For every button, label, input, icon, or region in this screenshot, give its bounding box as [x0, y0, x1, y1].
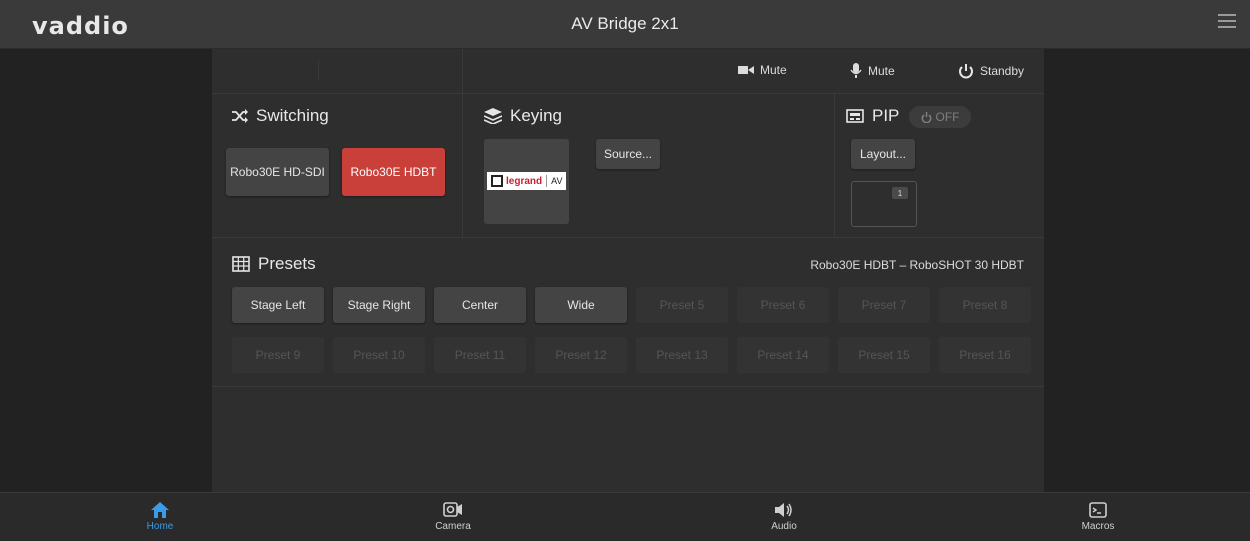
page-title: AV Bridge 2x1	[571, 14, 679, 33]
audio-mute-label: Mute	[868, 64, 895, 78]
left-margin	[0, 49, 212, 492]
switching-title: Switching	[232, 106, 329, 126]
pip-icon	[846, 108, 864, 123]
switching-label: Switching	[256, 106, 329, 125]
nav-macros[interactable]: Macros	[1058, 499, 1138, 532]
pip-toggle[interactable]: OFF	[909, 106, 971, 128]
preset-button[interactable]: Preset 9	[232, 337, 324, 373]
bottom-nav: Home Camera Audio Macros	[0, 492, 1250, 541]
preset-button[interactable]: Stage Right	[333, 287, 425, 323]
pip-layout-button[interactable]: Layout...	[851, 139, 915, 169]
preset-button[interactable]: Stage Left	[232, 287, 324, 323]
presets-title: Presets	[232, 254, 316, 274]
pip-layout-preview[interactable]: 1	[851, 181, 917, 227]
preset-camera-info: Robo30E HDBT – RoboSHOT 30 HDBT	[810, 258, 1024, 272]
presets-label: Presets	[258, 254, 316, 273]
keying-label: Keying	[510, 106, 562, 125]
nav-camera-label: Camera	[435, 521, 471, 532]
shuffle-icon	[232, 109, 248, 123]
terminal-icon	[1089, 502, 1107, 518]
power-icon	[921, 111, 931, 123]
layers-icon	[484, 108, 502, 124]
home-icon	[151, 502, 169, 518]
video-camera-icon	[738, 66, 754, 74]
nav-audio[interactable]: Audio	[744, 499, 824, 532]
video-mute-label: Mute	[760, 63, 787, 77]
audio-mute-button[interactable]: Mute	[850, 63, 895, 79]
keying-source-button[interactable]: Source...	[596, 139, 660, 169]
preset-button[interactable]: Preset 12	[535, 337, 627, 373]
right-margin	[1044, 49, 1250, 492]
preset-button[interactable]: Preset 11	[434, 337, 526, 373]
pip-toggle-label: OFF	[935, 110, 960, 124]
keying-title: Keying	[484, 106, 562, 126]
source-button-hd-sdi[interactable]: Robo30E HD-SDI	[226, 148, 329, 196]
keying-image-tile[interactable]: legrand AV	[484, 139, 569, 224]
preset-button[interactable]: Preset 15	[838, 337, 930, 373]
preset-button[interactable]: Preset 14	[737, 337, 829, 373]
legrand-av-logo: legrand AV	[487, 172, 566, 190]
legrand-wordmark: legrand	[506, 175, 543, 187]
hamburger-menu-icon[interactable]	[1218, 14, 1236, 28]
video-mute-button[interactable]: Mute	[738, 63, 787, 77]
legrand-av-mark: AV	[551, 176, 563, 186]
preset-button[interactable]: Preset 6	[737, 287, 829, 323]
preset-button[interactable]: Preset 8	[939, 287, 1031, 323]
standby-label: Standby	[980, 64, 1025, 78]
preset-button[interactable]: Wide	[535, 287, 627, 323]
preset-button[interactable]: Preset 16	[939, 337, 1031, 373]
camera-icon	[443, 502, 462, 517]
speaker-icon	[775, 503, 792, 517]
preset-button[interactable]: Preset 10	[333, 337, 425, 373]
nav-macros-label: Macros	[1081, 521, 1115, 532]
nav-home-label: Home	[146, 521, 174, 532]
microphone-icon	[850, 63, 862, 78]
nav-audio-label: Audio	[771, 521, 797, 532]
preset-button[interactable]: Preset 7	[838, 287, 930, 323]
pip-label: PIP	[872, 106, 900, 125]
nav-camera[interactable]: Camera	[413, 499, 493, 532]
keypad-icon	[232, 256, 250, 272]
preset-button[interactable]: Center	[434, 287, 526, 323]
power-icon	[959, 64, 973, 79]
preset-button[interactable]: Preset 5	[636, 287, 728, 323]
main-panel: Mute Mute Standby Switching Robo30E HD-S…	[212, 49, 1044, 492]
nav-home[interactable]: Home	[120, 499, 200, 532]
pip-title: PIP	[846, 106, 899, 126]
standby-button[interactable]: Standby	[958, 63, 1024, 79]
pip-window-badge: 1	[892, 187, 908, 199]
control-toolbar: Mute Mute Standby	[212, 49, 1044, 94]
source-button-hdbt[interactable]: Robo30E HDBT	[342, 148, 445, 196]
top-bar: vaddio AV Bridge 2x1	[0, 0, 1250, 49]
preset-button[interactable]: Preset 13	[636, 337, 728, 373]
